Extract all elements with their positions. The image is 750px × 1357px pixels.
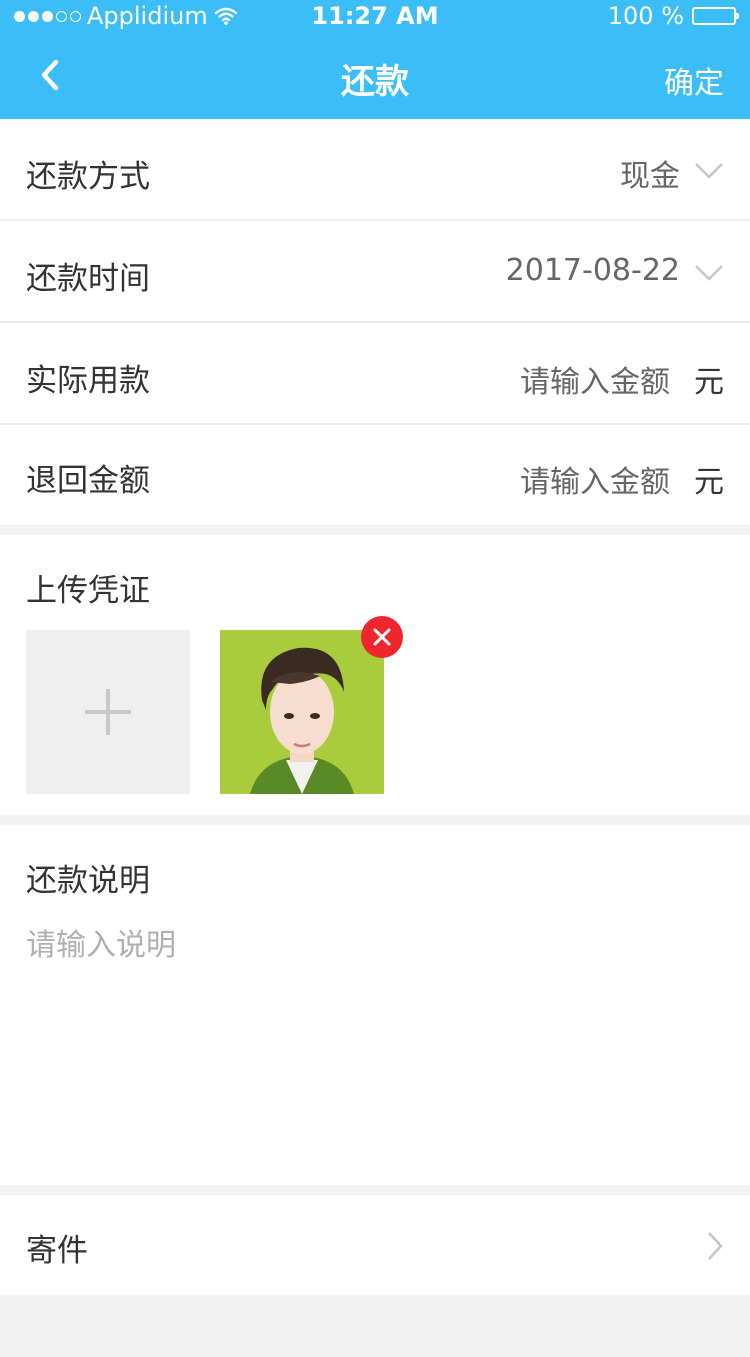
confirm-button[interactable]: 确定 (664, 58, 724, 102)
description-section: 还款说明 请输入说明 (0, 825, 750, 1185)
close-icon (373, 628, 391, 646)
delete-photo-button[interactable] (361, 616, 403, 658)
chevron-down-icon (695, 265, 723, 281)
portrait-image (220, 630, 384, 794)
upload-voucher-label: 上传凭证 (26, 573, 150, 609)
refund-amount-unit: 元 (694, 465, 724, 500)
battery-percent: 100 % (607, 2, 684, 30)
description-input[interactable]: 请输入说明 (26, 920, 176, 964)
battery-icon (692, 7, 739, 25)
actual-amount-row: 实际用款 请输入金额 元 (0, 323, 750, 425)
refund-amount-label: 退回金额 (26, 463, 150, 499)
repayment-method-row[interactable]: 还款方式 现金 (0, 119, 750, 221)
status-bar: Applidium 11:27 AM 100 % (0, 0, 750, 32)
repayment-method-value: 现金 (620, 159, 680, 194)
mail-row[interactable]: 寄件 (0, 1195, 750, 1295)
bottom-spacer (0, 1295, 750, 1357)
battery-info: 100 % (607, 2, 739, 30)
navigation-bar: 还款 确定 (0, 32, 750, 119)
repayment-method-label: 还款方式 (26, 159, 150, 195)
page-title: 还款 (341, 62, 409, 102)
description-label: 还款说明 (26, 863, 150, 899)
refund-amount-input[interactable]: 请输入金额 (520, 457, 670, 501)
mail-label: 寄件 (26, 1233, 88, 1269)
voucher-photo-thumbnail[interactable] (220, 630, 384, 794)
actual-amount-input[interactable]: 请输入金额 (520, 357, 670, 401)
chevron-right-icon (708, 1232, 723, 1260)
plus-icon (85, 689, 131, 735)
repayment-date-row[interactable]: 还款时间 2017-08-22 (0, 221, 750, 323)
upload-voucher-section: 上传凭证 (0, 535, 750, 815)
repayment-date-value: 2017-08-22 (505, 253, 680, 288)
repayment-date-label: 还款时间 (26, 261, 150, 297)
add-photo-button[interactable] (26, 630, 190, 794)
actual-amount-label: 实际用款 (26, 363, 150, 399)
actual-amount-unit: 元 (694, 365, 724, 400)
refund-amount-row: 退回金额 请输入金额 元 (0, 425, 750, 525)
chevron-down-icon (695, 163, 723, 179)
